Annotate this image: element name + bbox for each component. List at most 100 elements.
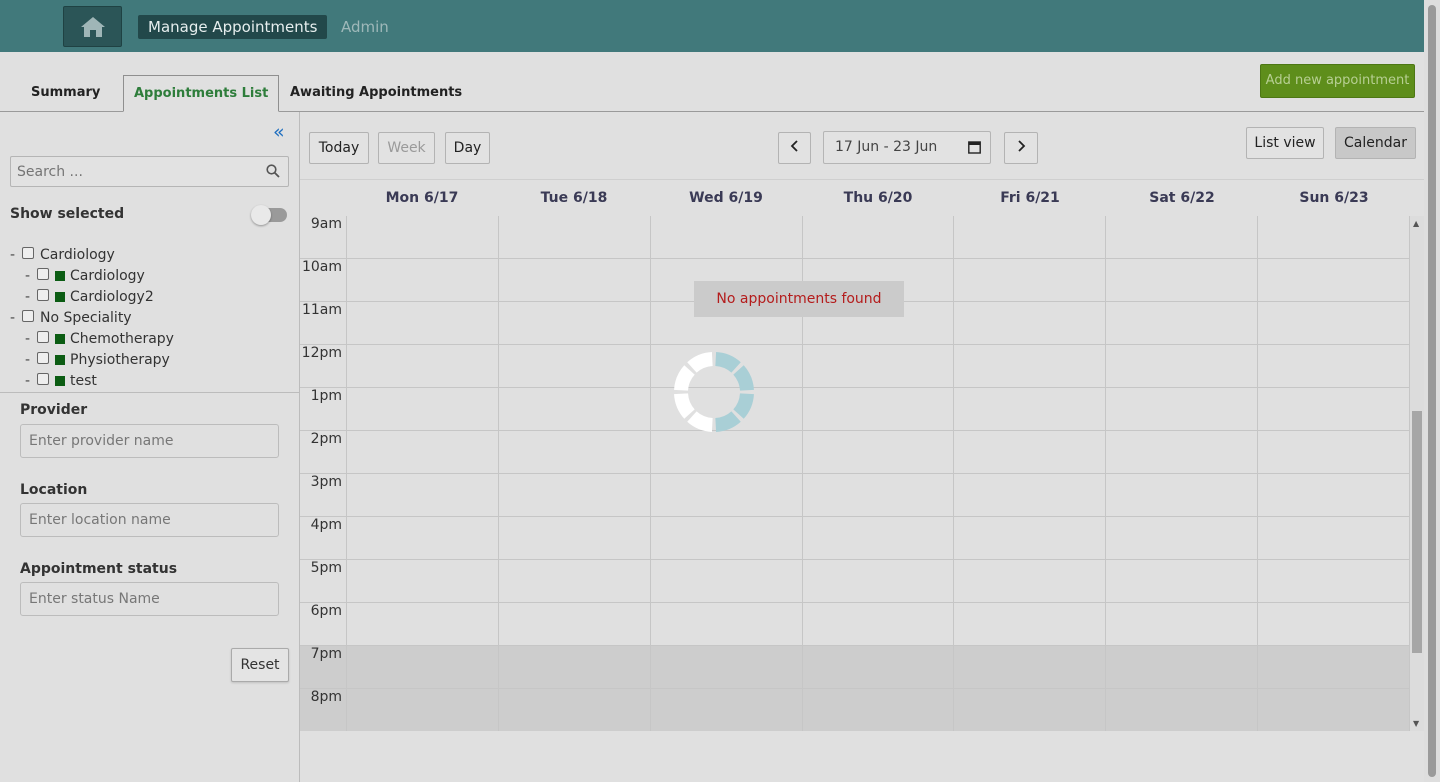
calendar-view-button[interactable]: Calendar bbox=[1335, 127, 1416, 159]
hour-label: 7pm bbox=[310, 646, 342, 662]
scroll-down-icon[interactable]: ▼ bbox=[1413, 719, 1419, 728]
day-header: Tue 6/18 bbox=[540, 190, 608, 206]
calendar-panel: Today Week Day 17 Jun - 23 Jun List view… bbox=[300, 112, 1424, 782]
service-name: Chemotherapy bbox=[70, 330, 174, 347]
service-name: Physiotherapy bbox=[70, 351, 170, 368]
speciality-tree: - Cardiology - Cardiology - Cardiology2 … bbox=[10, 244, 295, 391]
appointment-status-label: Appointment status bbox=[20, 561, 178, 577]
list-view-button[interactable]: List view bbox=[1246, 127, 1324, 159]
spinner-segment bbox=[733, 393, 754, 419]
day-header: Fri 6/21 bbox=[1000, 190, 1060, 206]
service-color-swatch bbox=[55, 375, 65, 386]
service-color-swatch bbox=[55, 270, 65, 281]
hour-row[interactable]: 9am bbox=[300, 216, 1410, 259]
hour-label: 9am bbox=[310, 216, 342, 232]
day-header: Sun 6/23 bbox=[1299, 190, 1369, 206]
hour-label: 4pm bbox=[310, 517, 342, 533]
service-item: - test bbox=[25, 372, 97, 389]
hour-label: 10am bbox=[301, 259, 342, 275]
nav-admin[interactable]: Admin bbox=[341, 15, 389, 39]
service-color-swatch bbox=[55, 333, 65, 344]
hour-label: 3pm bbox=[310, 474, 342, 490]
hour-row[interactable]: 5pm bbox=[300, 560, 1410, 603]
search-icon[interactable] bbox=[266, 164, 280, 178]
tab-bar: Summary Appointments List Awaiting Appoi… bbox=[0, 52, 1424, 112]
hour-row[interactable]: 1pm bbox=[300, 388, 1410, 431]
service-color-swatch bbox=[55, 354, 65, 365]
date-range-value: 17 Jun - 23 Jun bbox=[835, 139, 938, 155]
hour-row[interactable]: 2pm bbox=[300, 431, 1410, 474]
tab-awaiting-appointments[interactable]: Awaiting Appointments bbox=[280, 75, 472, 112]
hour-row[interactable]: 3pm bbox=[300, 474, 1410, 517]
day-divider bbox=[1105, 216, 1106, 731]
nav-manage-appointments[interactable]: Manage Appointments bbox=[138, 15, 328, 39]
search-input[interactable] bbox=[11, 157, 251, 186]
calendar-icon[interactable] bbox=[968, 140, 981, 154]
speciality-checkbox[interactable] bbox=[22, 309, 34, 322]
hour-label: 5pm bbox=[310, 560, 342, 576]
speciality-name: No Speciality bbox=[40, 309, 132, 326]
day-button[interactable]: Day bbox=[445, 132, 490, 164]
speciality-item: - Cardiology bbox=[10, 246, 115, 263]
service-checkbox[interactable] bbox=[37, 351, 49, 364]
hour-row[interactable]: 8pm bbox=[300, 689, 1410, 731]
sidebar-divider bbox=[0, 392, 300, 393]
day-divider bbox=[346, 216, 347, 731]
scroll-up-icon[interactable]: ▲ bbox=[1413, 219, 1419, 228]
speciality-name: Cardiology bbox=[40, 246, 115, 263]
search-box bbox=[10, 156, 289, 187]
spinner-segment bbox=[687, 352, 713, 373]
week-calendar: Mon 6/17 Tue 6/18 Wed 6/19 Thu 6/20 Fri … bbox=[300, 179, 1424, 731]
tab-appointments-list[interactable]: Appointments List bbox=[123, 75, 280, 112]
date-range-picker[interactable]: 17 Jun - 23 Jun bbox=[823, 131, 991, 164]
appointment-status-input[interactable]: Enter status Name bbox=[20, 582, 279, 616]
page-scrollbar[interactable] bbox=[1424, 0, 1440, 782]
hour-label: 6pm bbox=[310, 603, 342, 619]
home-button[interactable] bbox=[63, 6, 122, 47]
day-header: Sat 6/22 bbox=[1149, 190, 1215, 206]
loading-spinner-icon bbox=[674, 352, 754, 432]
speciality-item: - No Speciality bbox=[10, 309, 132, 326]
reset-button[interactable]: Reset bbox=[231, 648, 289, 682]
week-button[interactable]: Week bbox=[378, 132, 435, 164]
top-navbar: Manage Appointments Admin bbox=[0, 0, 1424, 52]
spinner-segment bbox=[674, 365, 695, 391]
hour-label: 11am bbox=[301, 302, 342, 318]
add-new-appointment-button[interactable]: Add new appointment bbox=[1260, 64, 1415, 98]
calendar-scrollbar[interactable]: ▲ ▼ bbox=[1410, 216, 1424, 731]
next-week-button[interactable] bbox=[1004, 132, 1038, 164]
service-item: - Physiotherapy bbox=[25, 351, 170, 368]
show-selected-toggle[interactable] bbox=[251, 205, 287, 225]
hour-label: 8pm bbox=[310, 689, 342, 705]
hour-label: 1pm bbox=[310, 388, 342, 404]
spinner-segment bbox=[715, 352, 741, 373]
today-button[interactable]: Today bbox=[309, 132, 369, 164]
location-label: Location bbox=[20, 482, 88, 498]
tab-summary[interactable]: Summary bbox=[21, 75, 110, 112]
provider-label: Provider bbox=[20, 402, 88, 418]
speciality-checkbox[interactable] bbox=[22, 246, 34, 259]
hour-row[interactable]: 7pm bbox=[300, 646, 1410, 689]
previous-week-button[interactable] bbox=[778, 132, 811, 164]
day-divider bbox=[498, 216, 499, 731]
day-header: Mon 6/17 bbox=[385, 190, 459, 206]
service-checkbox[interactable] bbox=[37, 288, 49, 301]
collapse-sidebar-icon[interactable]: « bbox=[273, 122, 285, 142]
hour-row[interactable]: 12pm bbox=[300, 345, 1410, 388]
location-input[interactable]: Enter location name bbox=[20, 503, 279, 537]
service-color-swatch bbox=[55, 291, 65, 302]
service-name: Cardiology2 bbox=[70, 288, 154, 305]
hour-row[interactable]: 6pm bbox=[300, 603, 1410, 646]
day-header: Wed 6/19 bbox=[689, 190, 763, 206]
hour-row[interactable]: 4pm bbox=[300, 517, 1410, 560]
service-item: - Cardiology bbox=[25, 267, 145, 284]
spinner-segment bbox=[687, 411, 713, 432]
spinner-segment bbox=[674, 393, 695, 419]
service-checkbox[interactable] bbox=[37, 372, 49, 385]
provider-input[interactable]: Enter provider name bbox=[20, 424, 279, 458]
chevron-right-icon bbox=[1018, 140, 1026, 152]
service-checkbox[interactable] bbox=[37, 330, 49, 343]
day-divider bbox=[1257, 216, 1258, 731]
filter-sidebar: « Show selected - Cardiology - Cardiolog… bbox=[0, 112, 300, 782]
service-checkbox[interactable] bbox=[37, 267, 49, 280]
